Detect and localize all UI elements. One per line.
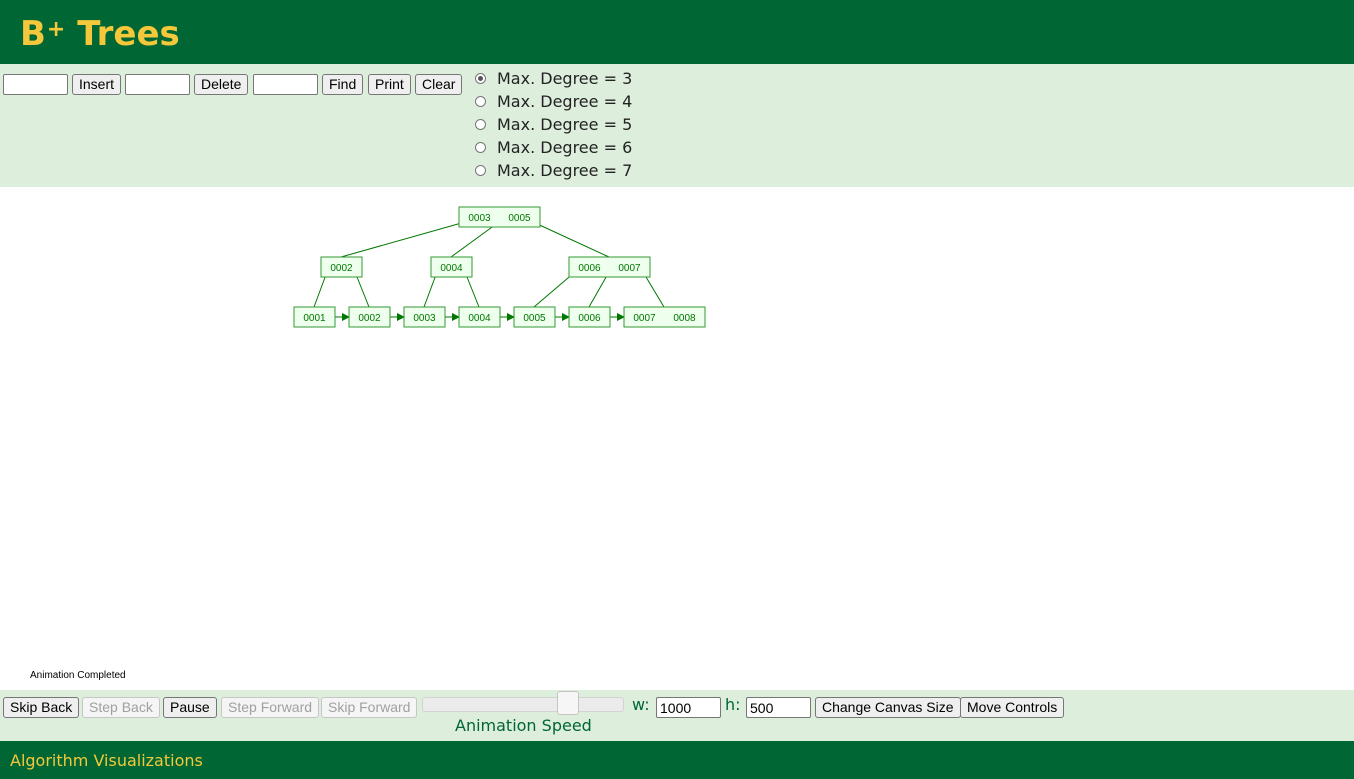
degree-option-label: Max. Degree = 3 <box>497 69 633 88</box>
width-label: w: <box>632 695 650 714</box>
degree-option-label: Max. Degree = 7 <box>497 161 633 180</box>
move-controls-button[interactable]: Move Controls <box>960 697 1065 718</box>
page-title: B+ Trees <box>20 12 180 56</box>
degree-option-label: Max. Degree = 5 <box>497 115 633 134</box>
clear-button[interactable]: Clear <box>415 74 463 95</box>
degree-option-label: Max. Degree = 6 <box>497 138 633 157</box>
animation-status: Animation Completed <box>30 670 126 681</box>
footer-link[interactable]: Algorithm Visualizations <box>10 751 203 770</box>
footer-bar: Algorithm Visualizations <box>0 741 1354 779</box>
title-rest: Trees <box>65 14 180 54</box>
pause-button[interactable]: Pause <box>163 697 217 718</box>
delete-input[interactable] <box>125 74 190 95</box>
step-forward-button[interactable]: Step Forward <box>221 697 320 718</box>
degree-4-radio[interactable] <box>475 96 486 107</box>
node-key: 0005 <box>508 213 531 224</box>
tree-edge <box>532 221 610 258</box>
animation-speed-label: Animation Speed <box>455 716 592 735</box>
height-label: h: <box>725 695 741 714</box>
tree-edge <box>340 221 466 258</box>
degree-5-radio[interactable] <box>475 119 486 130</box>
node-key: 0002 <box>330 263 353 274</box>
node-key: 0006 <box>578 263 601 274</box>
print-button[interactable]: Print <box>368 74 411 95</box>
skip-forward-button[interactable]: Skip Forward <box>321 697 418 718</box>
node-key: 0008 <box>673 313 696 324</box>
node-key: 0004 <box>468 313 491 324</box>
delete-button[interactable]: Delete <box>194 74 249 95</box>
slider-handle[interactable] <box>557 691 579 715</box>
change-canvas-size-button[interactable]: Change Canvas Size <box>815 697 961 718</box>
find-button[interactable]: Find <box>322 74 364 95</box>
degree-option-label: Max. Degree = 4 <box>497 92 633 111</box>
visualization-canvas: 0003 0005 0002 0004 0006 0007 0001 0002 0003 0004… <box>0 187 1354 690</box>
title-superscript: + <box>46 17 66 42</box>
node-key: 0007 <box>633 313 656 324</box>
algorithm-controls: Insert Delete Find Print Clear Max. Degr… <box>0 64 1354 187</box>
node-key: 0002 <box>358 313 381 324</box>
node-key: 0007 <box>618 263 641 274</box>
degree-6-radio[interactable] <box>475 142 486 153</box>
step-back-button[interactable]: Step Back <box>82 697 160 718</box>
canvas-height-input[interactable] <box>746 697 811 718</box>
insert-input[interactable] <box>3 74 68 95</box>
degree-3-radio[interactable] <box>475 73 486 84</box>
node-key: 0006 <box>578 313 601 324</box>
node-key: 0004 <box>440 263 463 274</box>
find-input[interactable] <box>253 74 318 95</box>
animation-speed-slider[interactable] <box>422 697 624 712</box>
node-key: 0005 <box>523 313 546 324</box>
canvas-width-input[interactable] <box>656 697 721 718</box>
bplus-tree: 0003 0005 0002 0004 0006 0007 0001 0002 0003 0004… <box>293 206 706 328</box>
header-bar: B+ Trees <box>0 0 1354 64</box>
title-main: B <box>20 14 46 54</box>
node-key: 0003 <box>413 313 436 324</box>
node-key: 0003 <box>468 213 491 224</box>
skip-back-button[interactable]: Skip Back <box>3 697 80 718</box>
insert-button[interactable]: Insert <box>72 74 122 95</box>
degree-7-radio[interactable] <box>475 165 486 176</box>
node-key: 0001 <box>303 313 326 324</box>
